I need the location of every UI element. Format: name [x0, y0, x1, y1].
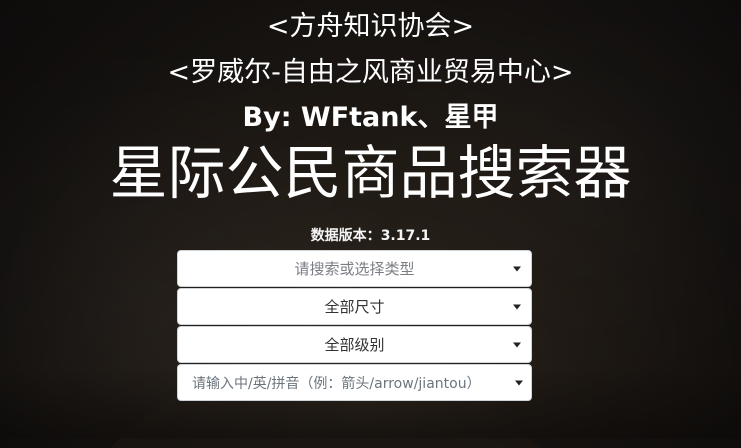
type-select[interactable]: 请搜索或选择类型	[177, 250, 532, 287]
page-title: 星际公民商品搜索器	[109, 139, 632, 207]
version-label: 数据版本：	[310, 228, 381, 244]
search-controls: 请搜索或选择类型 全部尺寸 全部级别 请输入中/英/拼音（例：箭头/arrow/…	[177, 250, 532, 402]
caret-down-icon	[513, 266, 521, 271]
grade-select-value: 全部级别	[324, 336, 385, 354]
version-value: 3.17.1	[380, 228, 431, 244]
caret-down-icon	[513, 304, 521, 309]
grade-select[interactable]: 全部级别	[177, 326, 532, 363]
data-version: 数据版本：3.17.1	[0, 225, 741, 245]
size-select[interactable]: 全部尺寸	[177, 288, 532, 325]
main-content: <方舟知识协会> <罗威尔-自由之风商业贸易中心> By: WFtank、星甲 …	[0, 0, 741, 438]
org-name: <方舟知识协会>	[266, 11, 475, 42]
search-input-placeholder: 请输入中/英/拼音（例：箭头/arrow/jiantou）	[192, 375, 481, 392]
size-select-value: 全部尺寸	[324, 298, 385, 316]
type-select-placeholder: 请搜索或选择类型	[294, 260, 415, 278]
caret-down-icon	[515, 380, 523, 385]
search-input[interactable]: 请输入中/英/拼音（例：箭头/arrow/jiantou）	[177, 364, 532, 401]
authors: By: WFtank、星甲	[242, 102, 499, 133]
caret-down-icon	[513, 342, 521, 347]
center-name: <罗威尔-自由之风商业贸易中心>	[167, 57, 574, 88]
